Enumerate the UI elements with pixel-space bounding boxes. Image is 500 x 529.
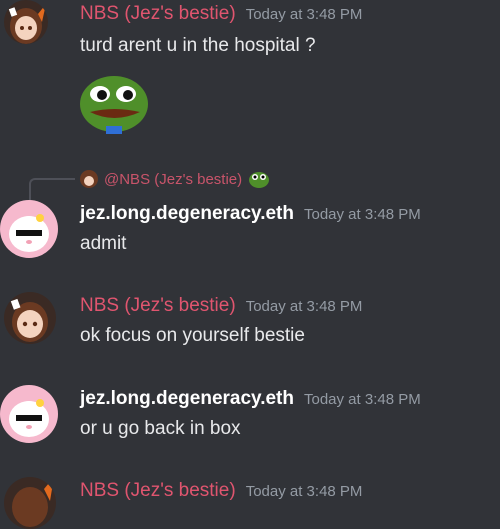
message-5-header: NBS (Jez's bestie) Today at 3:48 PM [80, 480, 362, 502]
message-text: ok focus on yourself bestie [80, 325, 305, 346]
message-3-header: NBS (Jez's bestie) Today at 3:48 PM [80, 295, 362, 317]
jez-avatar[interactable] [0, 385, 58, 443]
author-name[interactable]: NBS (Jez's bestie) [80, 480, 236, 501]
timestamp[interactable]: Today at 3:48 PM [246, 6, 363, 23]
timestamp[interactable]: Today at 3:48 PM [304, 391, 421, 408]
anime-girl-avatar-icon [4, 0, 48, 44]
jez-avatar[interactable] [0, 200, 58, 258]
author-name[interactable]: jez.long.degeneracy.eth [80, 203, 294, 224]
message-1-header: NBS (Jez's bestie) Today at 3:48 PM [80, 3, 362, 25]
message-text: turd arent u in the hospital ? [80, 35, 316, 56]
nbs-avatar[interactable] [4, 292, 56, 344]
message-text: admit [80, 233, 127, 254]
author-name[interactable]: NBS (Jez's bestie) [80, 295, 236, 316]
reply-pepe-icon [248, 170, 270, 188]
author-name[interactable]: jez.long.degeneracy.eth [80, 388, 294, 409]
reply-connector [29, 178, 75, 202]
timestamp[interactable]: Today at 3:48 PM [246, 298, 363, 315]
reply-avatar-icon [80, 170, 98, 188]
my-melody-avatar-icon [0, 385, 58, 443]
reply-preview[interactable]: @NBS (Jez's bestie) [80, 168, 270, 190]
message-4-header: jez.long.degeneracy.eth Today at 3:48 PM [80, 388, 421, 410]
reply-author[interactable]: @NBS (Jez's bestie) [104, 171, 242, 188]
anime-girl-avatar-icon [4, 477, 56, 529]
message-text: or u go back in box [80, 418, 241, 439]
my-melody-avatar-icon [0, 200, 58, 258]
pepe-emoji-icon[interactable] [80, 68, 150, 136]
message-2-header: jez.long.degeneracy.eth Today at 3:48 PM [80, 203, 421, 225]
anime-girl-avatar-icon [4, 292, 56, 344]
author-name[interactable]: NBS (Jez's bestie) [80, 3, 236, 24]
nbs-avatar[interactable] [4, 0, 48, 44]
timestamp[interactable]: Today at 3:48 PM [246, 483, 363, 500]
timestamp[interactable]: Today at 3:48 PM [304, 206, 421, 223]
nbs-avatar[interactable] [4, 477, 56, 529]
